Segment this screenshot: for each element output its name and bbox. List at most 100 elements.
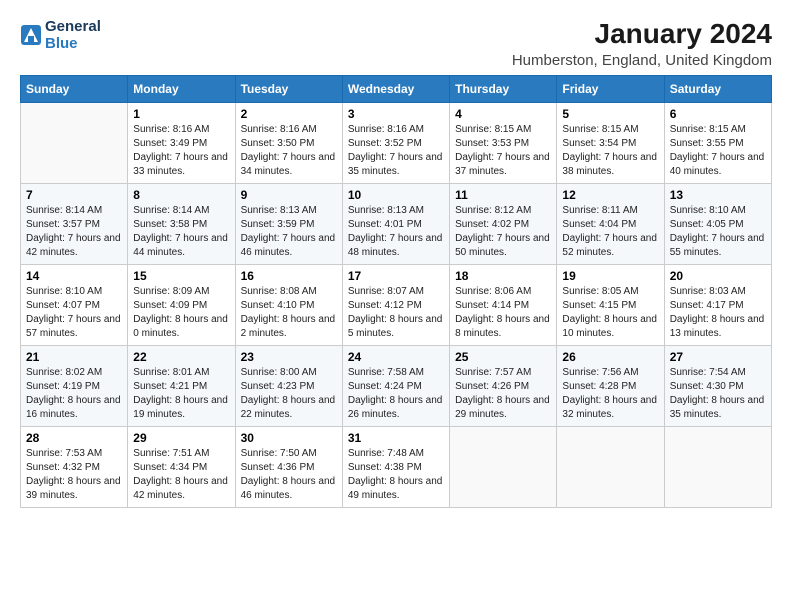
calendar-cell: 6 Sunrise: 8:15 AMSunset: 3:55 PMDaylight… [664, 103, 771, 184]
calendar-cell [664, 427, 771, 508]
calendar-cell [557, 427, 664, 508]
calendar-cell [21, 103, 128, 184]
cell-info: Sunrise: 8:00 AMSunset: 4:23 PMDaylight:… [241, 367, 336, 420]
date-number: 26 [562, 350, 658, 364]
cell-info: Sunrise: 7:53 AMSunset: 4:32 PMDaylight:… [26, 448, 121, 501]
date-number: 25 [455, 350, 551, 364]
date-number: 10 [348, 188, 444, 202]
calendar-cell: 20 Sunrise: 8:03 AMSunset: 4:17 PMDayligh… [664, 265, 771, 346]
cell-info: Sunrise: 8:05 AMSunset: 4:15 PMDaylight:… [562, 286, 657, 339]
cell-info: Sunrise: 8:14 AMSunset: 3:58 PMDaylight:… [133, 205, 228, 258]
calendar-cell: 9 Sunrise: 8:13 AMSunset: 3:59 PMDaylight… [235, 184, 342, 265]
calendar-cell: 16Sunrise: 8:08 AMSunset: 4:10 PMDayligh… [235, 265, 342, 346]
cell-info: Sunrise: 8:09 AMSunset: 4:09 PMDaylight:… [133, 286, 228, 339]
calendar-cell: 5Sunrise: 8:15 AMSunset: 3:54 PMDaylight… [557, 103, 664, 184]
date-number: 20 [670, 269, 766, 283]
calendar-page: General Blue January 2024 Humberston, En… [0, 0, 792, 612]
cell-info: Sunrise: 7:54 AMSunset: 4:30 PMDaylight:… [670, 367, 765, 420]
week-row-2: 7 Sunrise: 8:14 AMSunset: 3:57 PMDaylight… [21, 184, 772, 265]
calendar-cell: 3 Sunrise: 8:16 AMSunset: 3:52 PMDaylight… [342, 103, 449, 184]
header-row: SundayMondayTuesdayWednesdayThursdayFrid… [21, 76, 772, 103]
date-number: 28 [26, 431, 122, 445]
date-number: 7 [26, 188, 122, 202]
date-number: 9 [241, 188, 337, 202]
date-number: 17 [348, 269, 444, 283]
calendar-cell: 27 Sunrise: 7:54 AMSunset: 4:30 PMDayligh… [664, 346, 771, 427]
calendar-cell: 1Sunrise: 8:16 AMSunset: 3:49 PMDaylight… [128, 103, 235, 184]
date-number: 11 [455, 188, 551, 202]
week-row-1: 1Sunrise: 8:16 AMSunset: 3:49 PMDaylight… [21, 103, 772, 184]
calendar-cell: 18 Sunrise: 8:06 AMSunset: 4:14 PMDayligh… [450, 265, 557, 346]
date-number: 29 [133, 431, 229, 445]
calendar-cell [450, 427, 557, 508]
cell-info: Sunrise: 8:03 AMSunset: 4:17 PMDaylight:… [670, 286, 765, 339]
calendar-cell: 13 Sunrise: 8:10 AMSunset: 4:05 PMDayligh… [664, 184, 771, 265]
calendar-cell: 15 Sunrise: 8:09 AMSunset: 4:09 PMDayligh… [128, 265, 235, 346]
calendar-cell: 23Sunrise: 8:00 AMSunset: 4:23 PMDayligh… [235, 346, 342, 427]
cell-info: Sunrise: 7:56 AMSunset: 4:28 PMDaylight:… [562, 367, 657, 420]
calendar-table: SundayMondayTuesdayWednesdayThursdayFrid… [20, 75, 772, 508]
calendar-cell: 21Sunrise: 8:02 AMSunset: 4:19 PMDayligh… [21, 346, 128, 427]
date-number: 8 [133, 188, 229, 202]
title-block: January 2024 Humberston, England, United… [512, 18, 772, 69]
week-row-3: 14 Sunrise: 8:10 AMSunset: 4:07 PMDayligh… [21, 265, 772, 346]
date-number: 30 [241, 431, 337, 445]
cell-info: Sunrise: 8:15 AMSunset: 3:55 PMDaylight:… [670, 124, 765, 177]
date-number: 3 [348, 107, 444, 121]
cell-info: Sunrise: 7:50 AMSunset: 4:36 PMDaylight:… [241, 448, 336, 501]
date-number: 15 [133, 269, 229, 283]
calendar-cell: 24Sunrise: 7:58 AMSunset: 4:24 PMDayligh… [342, 346, 449, 427]
calendar-cell: 4Sunrise: 8:15 AMSunset: 3:53 PMDaylight… [450, 103, 557, 184]
logo-text-line1: General [45, 18, 101, 35]
calendar-cell: 22 Sunrise: 8:01 AMSunset: 4:21 PMDayligh… [128, 346, 235, 427]
cell-info: Sunrise: 8:10 AMSunset: 4:07 PMDaylight:… [26, 286, 121, 339]
calendar-cell: 30 Sunrise: 7:50 AMSunset: 4:36 PMDayligh… [235, 427, 342, 508]
date-number: 18 [455, 269, 551, 283]
cell-info: Sunrise: 8:16 AMSunset: 3:52 PMDaylight:… [348, 124, 443, 177]
calendar-cell: 12Sunrise: 8:11 AMSunset: 4:04 PMDayligh… [557, 184, 664, 265]
col-header-thursday: Thursday [450, 76, 557, 103]
date-number: 22 [133, 350, 229, 364]
calendar-cell: 28 Sunrise: 7:53 AMSunset: 4:32 PMDayligh… [21, 427, 128, 508]
cell-info: Sunrise: 8:01 AMSunset: 4:21 PMDaylight:… [133, 367, 228, 420]
col-header-wednesday: Wednesday [342, 76, 449, 103]
calendar-cell: 14 Sunrise: 8:10 AMSunset: 4:07 PMDayligh… [21, 265, 128, 346]
cell-info: Sunrise: 7:48 AMSunset: 4:38 PMDaylight:… [348, 448, 443, 501]
date-number: 16 [241, 269, 337, 283]
date-number: 14 [26, 269, 122, 283]
calendar-cell: 29Sunrise: 7:51 AMSunset: 4:34 PMDayligh… [128, 427, 235, 508]
cell-info: Sunrise: 7:57 AMSunset: 4:26 PMDaylight:… [455, 367, 550, 420]
date-number: 21 [26, 350, 122, 364]
date-number: 2 [241, 107, 337, 121]
logo: General Blue [20, 18, 101, 53]
date-number: 27 [670, 350, 766, 364]
calendar-cell: 7 Sunrise: 8:14 AMSunset: 3:57 PMDaylight… [21, 184, 128, 265]
cell-info: Sunrise: 8:13 AMSunset: 3:59 PMDaylight:… [241, 205, 336, 258]
calendar-cell: 11Sunrise: 8:12 AMSunset: 4:02 PMDayligh… [450, 184, 557, 265]
calendar-cell: 26 Sunrise: 7:56 AMSunset: 4:28 PMDayligh… [557, 346, 664, 427]
week-row-5: 28 Sunrise: 7:53 AMSunset: 4:32 PMDayligh… [21, 427, 772, 508]
cell-info: Sunrise: 8:06 AMSunset: 4:14 PMDaylight:… [455, 286, 550, 339]
cell-info: Sunrise: 8:11 AMSunset: 4:04 PMDaylight:… [562, 205, 657, 258]
col-header-saturday: Saturday [664, 76, 771, 103]
date-number: 13 [670, 188, 766, 202]
calendar-cell: 10Sunrise: 8:13 AMSunset: 4:01 PMDayligh… [342, 184, 449, 265]
calendar-cell: 2Sunrise: 8:16 AMSunset: 3:50 PMDaylight… [235, 103, 342, 184]
calendar-cell: 8 Sunrise: 8:14 AMSunset: 3:58 PMDaylight… [128, 184, 235, 265]
calendar-cell: 17Sunrise: 8:07 AMSunset: 4:12 PMDayligh… [342, 265, 449, 346]
logo-text-line2: Blue [45, 35, 101, 52]
date-number: 6 [670, 107, 766, 121]
date-number: 1 [133, 107, 229, 121]
calendar-cell: 25 Sunrise: 7:57 AMSunset: 4:26 PMDayligh… [450, 346, 557, 427]
date-number: 24 [348, 350, 444, 364]
week-row-4: 21Sunrise: 8:02 AMSunset: 4:19 PMDayligh… [21, 346, 772, 427]
date-number: 4 [455, 107, 551, 121]
col-header-friday: Friday [557, 76, 664, 103]
cell-info: Sunrise: 8:14 AMSunset: 3:57 PMDaylight:… [26, 205, 121, 258]
calendar-subtitle: Humberston, England, United Kingdom [512, 52, 772, 69]
calendar-cell: 31 Sunrise: 7:48 AMSunset: 4:38 PMDayligh… [342, 427, 449, 508]
date-number: 31 [348, 431, 444, 445]
cell-info: Sunrise: 8:15 AMSunset: 3:54 PMDaylight:… [562, 124, 657, 177]
col-header-sunday: Sunday [21, 76, 128, 103]
cell-info: Sunrise: 8:10 AMSunset: 4:05 PMDaylight:… [670, 205, 765, 258]
